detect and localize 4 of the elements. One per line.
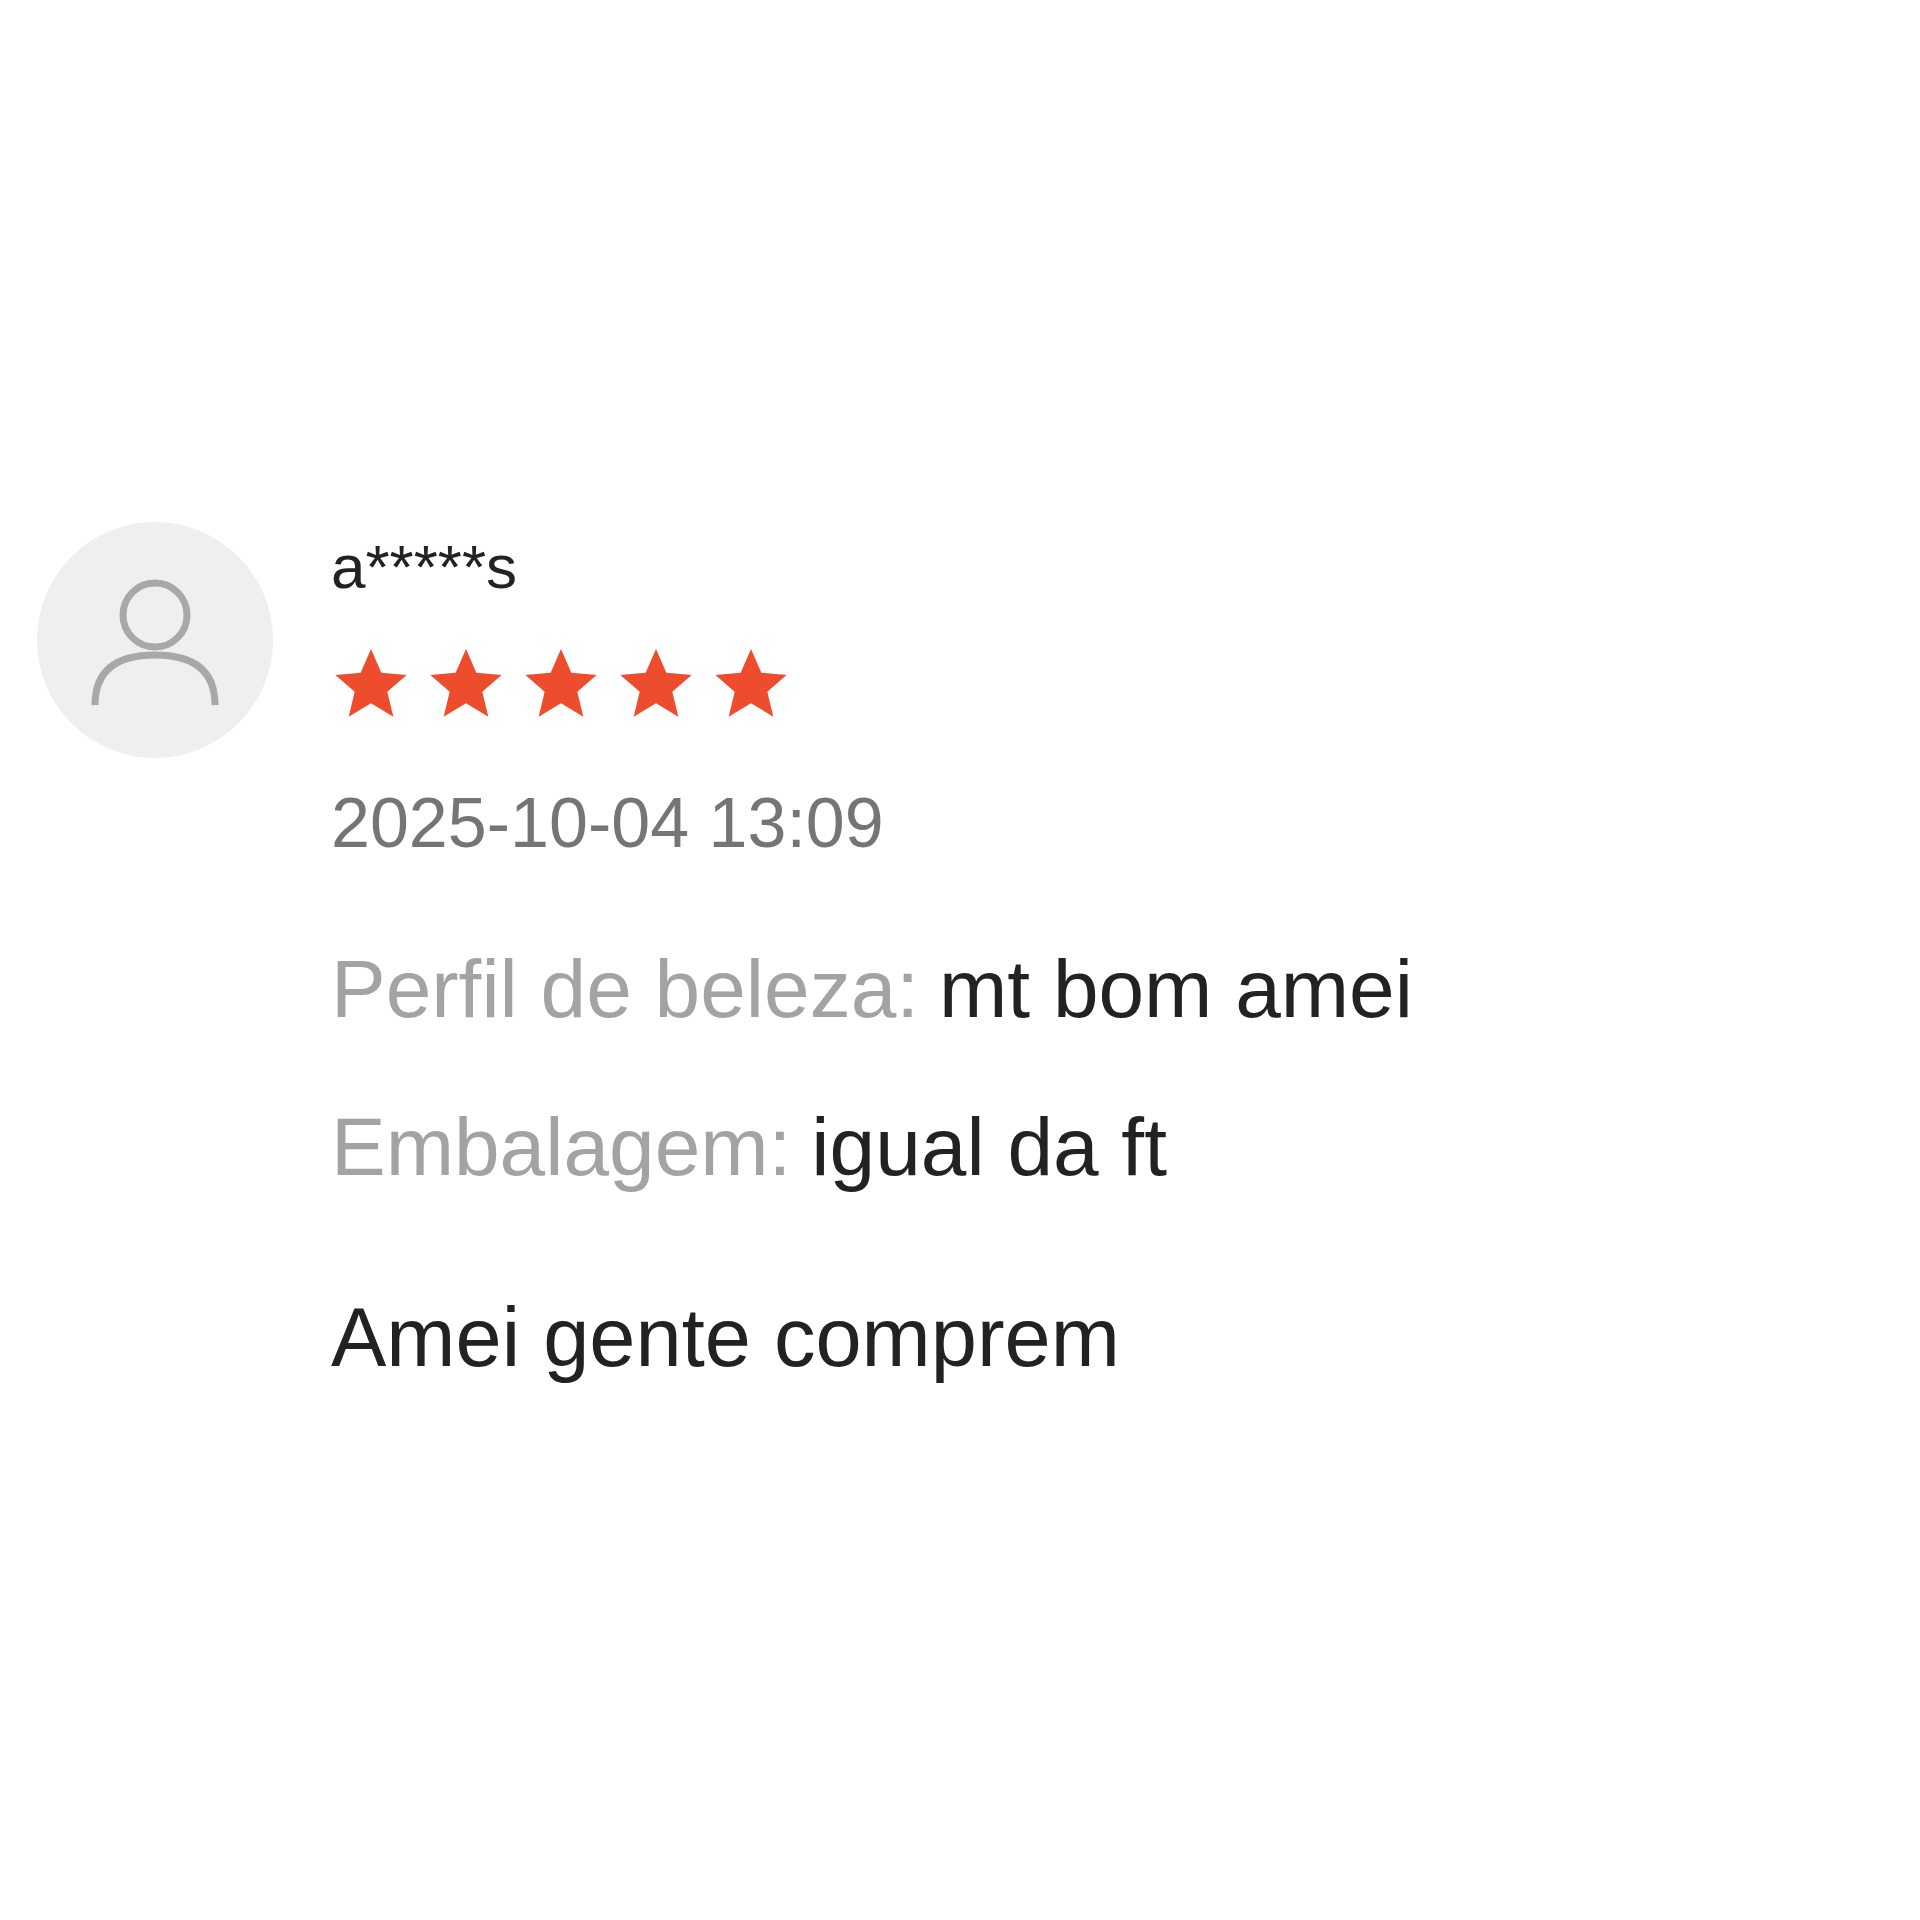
attribute-value: mt bom amei [939, 948, 1413, 1030]
review-date: 2025-10-04 13:09 [331, 788, 885, 858]
attribute-label: Perfil de beleza: [331, 948, 919, 1030]
reviewer-name: a*****s [331, 536, 519, 598]
